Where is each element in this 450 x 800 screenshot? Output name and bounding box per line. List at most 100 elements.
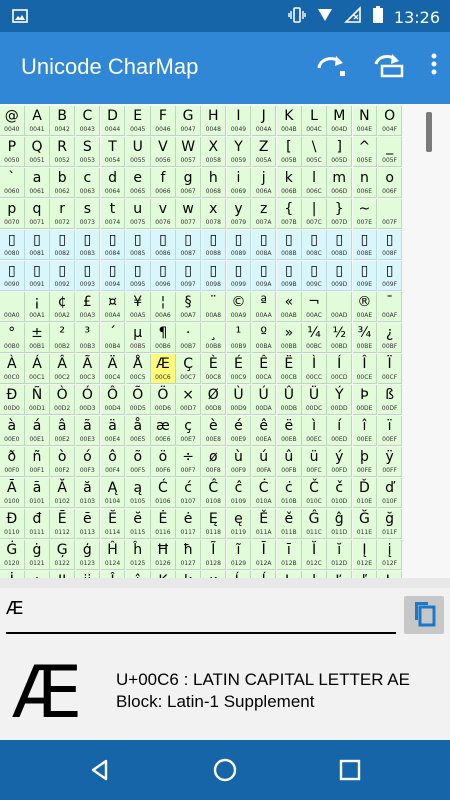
char-cell[interactable]: ê 00EA — [251, 416, 277, 446]
char-cell[interactable]: Ĭ 012C — [302, 540, 327, 570]
char-cell[interactable]: T 0054 — [100, 137, 126, 167]
char-cell[interactable]: Ĝ 011C — [302, 509, 327, 539]
char-cell[interactable]: İ0130 — [0, 571, 25, 578]
char-cell[interactable]: ▯ 009D — [327, 261, 353, 291]
char-cell[interactable]: ý 00FD — [327, 447, 353, 477]
char-cell[interactable]: ÷ 00F7 — [176, 447, 201, 477]
char-cell[interactable]: ▯ 0086 — [151, 230, 176, 260]
char-cell[interactable]: O 004F — [377, 106, 403, 136]
char-cell[interactable]: £00A3 — [75, 292, 101, 322]
char-cell[interactable]: ñ 00F1 — [25, 447, 50, 477]
char-cell[interactable]: J 004A — [251, 106, 277, 136]
char-cell[interactable]: Ò 00D2 — [50, 385, 75, 415]
char-cell[interactable]: Ĩ 0128 — [201, 540, 227, 570]
char-cell[interactable]: ▯ 0090 — [0, 261, 25, 291]
char-cell[interactable]: j 006A — [251, 168, 277, 198]
char-cell[interactable]: ` 0060 — [0, 168, 25, 198]
char-cell[interactable]: u 0075 — [125, 199, 151, 229]
char-cell[interactable]: ▯ 008F — [377, 230, 403, 260]
char-cell[interactable]: ë 00EB — [277, 416, 302, 446]
char-cell[interactable]: z 007A — [251, 199, 277, 229]
char-cell[interactable]: ă 0103 — [75, 478, 101, 508]
char-cell[interactable]: Ď 010E — [352, 478, 378, 508]
char-cell[interactable]: L 004C — [302, 106, 327, 136]
char-cell[interactable]: e 0065 — [125, 168, 151, 198]
char-cell[interactable]: ▯ 0081 — [25, 230, 50, 260]
char-cell[interactable]: ¥00A5 — [125, 292, 151, 322]
char-cell[interactable]: N 004E — [352, 106, 378, 136]
char-cell[interactable]: q 0071 — [25, 199, 50, 229]
char-cell[interactable]: ▯ 0082 — [50, 230, 75, 260]
char-cell[interactable]: Ï 00CF — [377, 354, 403, 384]
scrollbar[interactable] — [426, 112, 432, 152]
char-cell[interactable]: Ä 00C4 — [100, 354, 126, 384]
char-cell[interactable]: p 0070 — [0, 199, 25, 229]
char-cell[interactable]: Ē 0112 — [50, 509, 75, 539]
char-cell[interactable]: ¾ 00BE — [352, 323, 378, 353]
char-cell[interactable]: ® 00AE — [352, 292, 378, 322]
char-cell[interactable]: µ 00B5 — [125, 323, 151, 353]
char-cell[interactable]: ▯ 0084 — [100, 230, 126, 260]
char-cell[interactable]: X 0058 — [201, 137, 227, 167]
char-cell[interactable]: S 0053 — [75, 137, 101, 167]
char-cell[interactable]: Ą 0104 — [100, 478, 126, 508]
char-cell[interactable]: Ĵ0134 — [100, 571, 126, 578]
char-cell[interactable]: H 0048 — [201, 106, 227, 136]
char-cell[interactable]: Ŀ013F — [377, 571, 403, 578]
char-cell[interactable]: ù 00F9 — [226, 447, 252, 477]
char-cell[interactable]: Ë 00CB — [277, 354, 302, 384]
char-cell[interactable]: F 0046 — [151, 106, 176, 136]
char-cell[interactable]: × 00D7 — [176, 385, 201, 415]
char-cell[interactable]: ¬ 00AC — [302, 292, 327, 322]
char-cell[interactable]: Ô 00D4 — [100, 385, 126, 415]
char-cell[interactable]: Ĕ 0114 — [100, 509, 126, 539]
char-cell[interactable]: å 00E5 — [125, 416, 151, 446]
char-cell[interactable]: ð 00F0 — [0, 447, 25, 477]
char-cell[interactable]: ¸ 00B8 — [201, 323, 227, 353]
char-cell[interactable]: \ 005C — [302, 137, 327, 167]
char-cell[interactable]: þ 00FE — [352, 447, 378, 477]
char-cell[interactable]: Ļ013B — [277, 571, 302, 578]
char-cell[interactable]: W 0057 — [176, 137, 201, 167]
char-cell[interactable]: ^ 005E — [352, 137, 378, 167]
char-cell[interactable]: õ 00F5 — [125, 447, 151, 477]
char-cell[interactable]: ã 00E3 — [75, 416, 101, 446]
char-cell[interactable]: À 00C0 — [0, 354, 25, 384]
char-cell[interactable]: ½ 00BD — [327, 323, 353, 353]
char-cell[interactable]: Ú 00DA — [251, 385, 277, 415]
char-cell[interactable]: c 0063 — [75, 168, 101, 198]
char-cell[interactable]: m 006D — [327, 168, 353, 198]
char-cell[interactable]: Ñ 00D1 — [25, 385, 50, 415]
char-cell[interactable]: ğ 011F — [377, 509, 403, 539]
char-cell[interactable]: A 0041 — [25, 106, 50, 136]
char-cell[interactable]: Ķ0136 — [151, 571, 176, 578]
char-cell[interactable]: E 0045 — [125, 106, 151, 136]
char-cell[interactable]: Y 0059 — [226, 137, 252, 167]
char-cell[interactable]: Į 012E — [352, 540, 378, 570]
char-cell[interactable]: ĝ 011D — [327, 509, 353, 539]
char-cell[interactable]: f 0066 — [151, 168, 176, 198]
char-cell[interactable]: ▯ 008A — [251, 230, 277, 260]
char-cell[interactable]: Ċ 010A — [251, 478, 277, 508]
char-cell[interactable]: ĺ013A — [251, 571, 277, 578]
char-cell[interactable]: ¢ 00A2 — [50, 292, 75, 322]
char-cell[interactable]: ±00B1 — [25, 323, 50, 353]
char-cell[interactable]: ▯ 0094 — [100, 261, 126, 291]
char-cell[interactable]: û 00FB — [277, 447, 302, 477]
char-cell[interactable]: Ü 00DC — [302, 385, 327, 415]
char-cell[interactable]: ę 0119 — [226, 509, 252, 539]
copy-button[interactable] — [404, 596, 444, 634]
char-cell[interactable]: ĭ 012D — [327, 540, 353, 570]
char-cell[interactable]: à 00E0 — [0, 416, 25, 446]
char-cell[interactable]: ³ 00B3 — [75, 323, 101, 353]
char-cell[interactable]: 007F — [377, 199, 403, 229]
char-cell[interactable]: ò 00F2 — [50, 447, 75, 477]
char-cell[interactable]: ▯ 0088 — [201, 230, 227, 260]
char-cell[interactable]: R 0052 — [50, 137, 75, 167]
char-cell[interactable]: ¦ 00A6 — [151, 292, 176, 322]
char-cell[interactable]: ▯ 008C — [302, 230, 327, 260]
char-cell[interactable]: } 007D — [327, 199, 353, 229]
char-cell[interactable]: o 006F — [377, 168, 403, 198]
char-cell[interactable]: ▯ 008D — [327, 230, 353, 260]
char-cell[interactable]: K 004B — [277, 106, 302, 136]
